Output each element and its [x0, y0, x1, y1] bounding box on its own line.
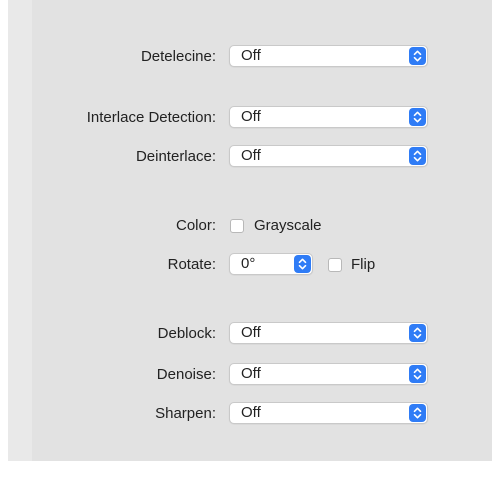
sharpen-value: Off — [241, 404, 261, 421]
rotate-label: Rotate: — [167, 256, 216, 273]
chevron-up-down-icon — [409, 108, 426, 126]
deblock-popup[interactable]: Off — [229, 322, 428, 344]
chevron-up-down-icon — [409, 324, 426, 342]
deinterlace-value: Off — [241, 147, 261, 164]
rotate-popup[interactable]: 0° — [229, 253, 313, 275]
flip-label[interactable]: Flip — [351, 256, 375, 274]
sharpen-label: Sharpen: — [155, 405, 216, 422]
sharpen-popup[interactable]: Off — [229, 402, 428, 424]
window: Detelecine: Off Interlace Detection: Off… — [0, 0, 492, 483]
deblock-label: Deblock: — [157, 325, 216, 342]
detelecine-value: Off — [241, 47, 261, 64]
rotate-value: 0° — [241, 255, 256, 272]
chevron-up-down-icon — [409, 47, 426, 65]
denoise-value: Off — [241, 365, 261, 382]
sidebar-edge — [8, 0, 32, 461]
interlace-detection-label: Interlace Detection: — [86, 109, 216, 126]
interlace-detection-popup[interactable]: Off — [229, 106, 428, 128]
chevron-up-down-icon — [409, 147, 426, 165]
detelecine-label: Detelecine: — [140, 48, 216, 65]
detelecine-popup[interactable]: Off — [229, 45, 428, 67]
denoise-label: Denoise: — [156, 366, 216, 383]
color-label: Color: — [175, 217, 216, 234]
deinterlace-label: Deinterlace: — [135, 148, 216, 165]
flip-checkbox[interactable] — [328, 258, 342, 272]
chevron-up-down-icon — [409, 365, 426, 383]
grayscale-label[interactable]: Grayscale — [254, 217, 322, 235]
chevron-up-down-icon — [409, 404, 426, 422]
chevron-up-down-icon — [294, 255, 311, 273]
grayscale-checkbox[interactable] — [230, 219, 244, 233]
interlace-detection-value: Off — [241, 108, 261, 125]
deblock-value: Off — [241, 324, 261, 341]
deinterlace-popup[interactable]: Off — [229, 145, 428, 167]
denoise-popup[interactable]: Off — [229, 363, 428, 385]
